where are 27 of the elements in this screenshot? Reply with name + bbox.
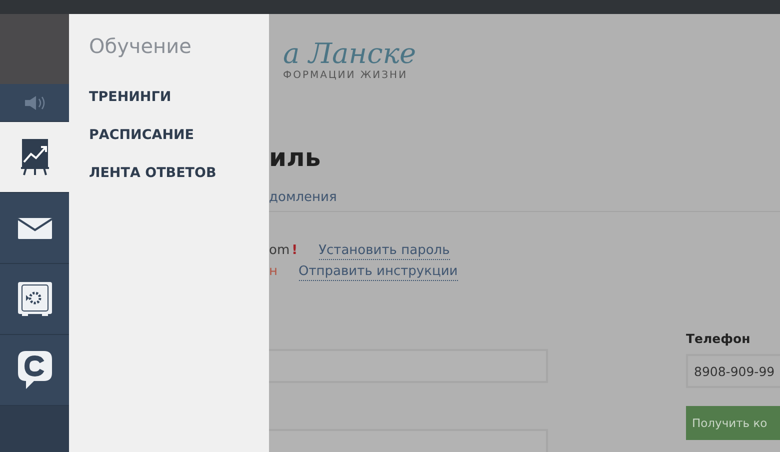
warning-mark: ! [292, 243, 298, 258]
tab-link[interactable]: домления [269, 190, 337, 205]
send-instructions-link[interactable]: Отправить инструкции [298, 263, 458, 281]
logo-tagline: ФОРМАЦИИ ЖИЗНИ [283, 70, 408, 81]
sidebar-item[interactable] [0, 193, 69, 264]
page-heading: иль [269, 143, 321, 172]
sidebar-item[interactable] [0, 264, 69, 335]
input-field[interactable] [269, 349, 548, 383]
email-value: om [269, 243, 290, 258]
menu-link[interactable]: ТРЕНИНГИ [89, 78, 249, 116]
status-value: н [269, 264, 278, 279]
chart-board-icon [20, 138, 48, 176]
logo-text: а Ланске [283, 38, 416, 70]
drawer-title: Обучение [89, 34, 192, 58]
chat-bubble-icon [18, 351, 52, 389]
sidebar-item[interactable] [0, 122, 69, 193]
avatar-photo-placeholder [0, 14, 69, 84]
envelope-icon [18, 218, 52, 238]
menu-link[interactable]: РАСПИСАНИЕ [89, 116, 249, 154]
phone-label: Телефон [686, 331, 752, 346]
set-password-link[interactable]: Установить пароль [318, 242, 450, 260]
get-code-button[interactable]: Получить ко [686, 406, 780, 440]
speaker-icon [24, 96, 46, 110]
safe-icon [18, 282, 52, 316]
menu-link[interactable]: ЛЕНТА ОТВЕТОВ [89, 154, 249, 192]
sidebar-item[interactable] [0, 335, 69, 406]
phone-field[interactable]: 8908-909-99 [686, 354, 780, 388]
